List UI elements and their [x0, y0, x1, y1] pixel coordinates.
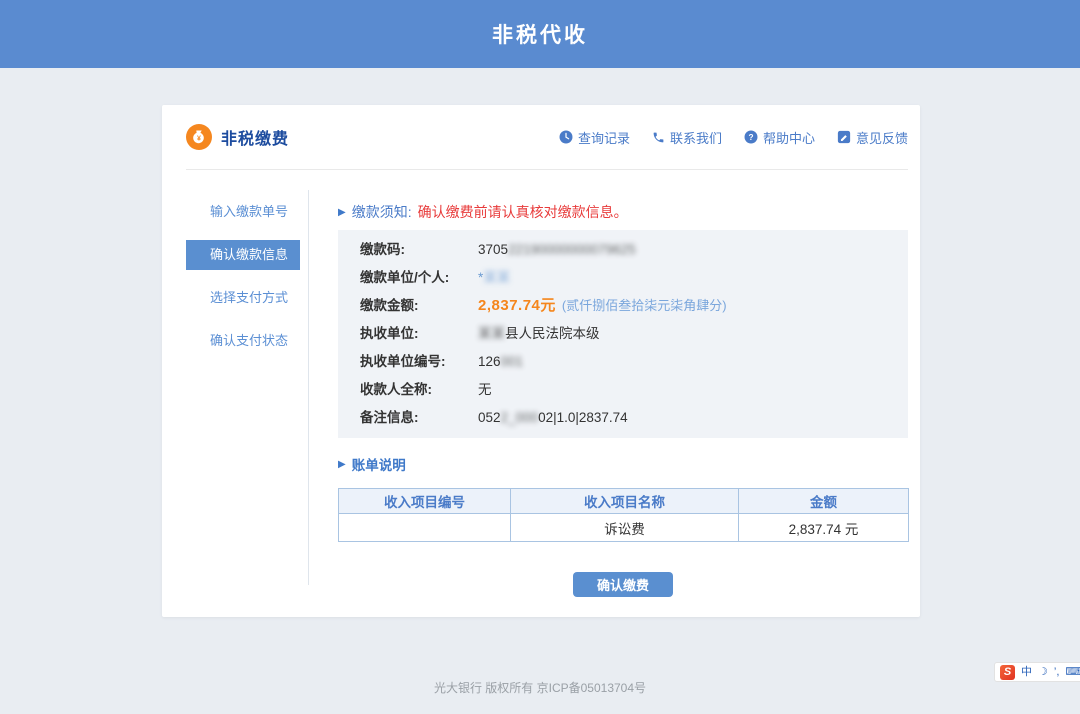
page-title: 非税代收 — [492, 19, 588, 49]
svg-text:?: ? — [748, 132, 753, 142]
header-nav: 查询记录 联系我们 ? 帮助中心 — [559, 128, 908, 147]
main-content: ▶ 缴款须知: 确认缴费前请认真核对缴款信息。 缴款码: 37052219000… — [338, 190, 908, 597]
keyboard-icon[interactable]: ⌨ — [1065, 664, 1080, 680]
table-header-row: 收入项目编号 收入项目名称 金额 — [339, 489, 909, 514]
feedback-icon — [837, 130, 851, 144]
svg-text:¥: ¥ — [197, 136, 201, 143]
table-row: 诉讼费 2,837.74 元 — [339, 514, 909, 542]
notice-label: 缴款须知: — [352, 202, 412, 222]
triangle-icon: ▶ — [338, 459, 346, 470]
amount-in-words: (贰仟捌佰叁拾柒元柒角肆分) — [562, 298, 727, 313]
help-icon: ? — [744, 130, 758, 144]
chinese-mode-icon[interactable]: 中 — [1021, 664, 1032, 680]
card-header: ¥ 非税缴费 查询记录 — [186, 105, 908, 170]
masked-value: 001 — [501, 354, 524, 369]
masked-value: 22190000000079625 — [508, 242, 636, 257]
footer-copyright: 光大银行 版权所有 京ICP备05013704号 — [0, 679, 1080, 696]
query-records-link[interactable]: 查询记录 — [559, 128, 630, 147]
money-bag-icon: ¥ — [186, 124, 212, 150]
cell-amount: 2,837.74 元 — [739, 514, 909, 542]
field-payer-name: 缴款单位/个人: *某某 — [338, 264, 908, 292]
payment-card: ¥ 非税缴费 查询记录 — [162, 105, 920, 617]
step-confirm-payment-status[interactable]: 确认支付状态 — [186, 326, 300, 356]
brand: ¥ 非税缴费 — [186, 124, 289, 150]
field-payment-code: 缴款码: 370522190000000079625 — [338, 236, 908, 264]
masked-value: 某某 — [483, 270, 510, 285]
moon-icon[interactable]: ☽ — [1038, 664, 1048, 680]
sidebar-divider — [308, 190, 309, 585]
sogou-logo-icon[interactable]: S — [1000, 665, 1015, 680]
field-collecting-unit: 执收单位: 某某县人民法院本级 — [338, 320, 908, 348]
step-confirm-payment-info[interactable]: 确认缴款信息 — [186, 240, 300, 270]
amount-value: 2,837.74元 — [478, 297, 556, 314]
notice-message: 确认缴费前请认真核对缴款信息。 — [418, 202, 628, 222]
ime-toolbar: S 中 ☽ ’, ⌨ ✦ — [994, 662, 1080, 682]
masked-value: 2_000 — [501, 410, 539, 425]
masked-value: 某某 — [478, 326, 505, 341]
field-payment-amount: 缴款金额: 2,837.74元(贰仟捌佰叁拾柒元柒角肆分) — [338, 292, 908, 320]
triangle-icon: ▶ — [338, 207, 346, 218]
col-income-item-name: 收入项目名称 — [511, 489, 739, 514]
step-choose-payment-method[interactable]: 选择支付方式 — [186, 283, 300, 313]
steps-sidebar: 输入缴款单号 确认缴款信息 选择支付方式 确认支付状态 — [186, 197, 300, 369]
punctuation-icon[interactable]: ’, — [1054, 664, 1060, 680]
payment-notice: ▶ 缴款须知: 确认缴费前请认真核对缴款信息。 — [338, 202, 908, 222]
cell-income-item-name: 诉讼费 — [511, 514, 739, 542]
col-income-item-code: 收入项目编号 — [339, 489, 511, 514]
confirm-payment-button[interactable]: 确认缴费 — [573, 572, 673, 597]
field-payee-full-name: 收款人全称: 无 — [338, 376, 908, 404]
card-title: 非税缴费 — [221, 125, 289, 149]
field-remarks: 备注信息: 0522_00002|1.0|2837.74 — [338, 404, 908, 432]
phone-icon — [652, 131, 665, 144]
col-amount: 金额 — [739, 489, 909, 514]
payment-info-panel: 缴款码: 370522190000000079625 缴款单位/个人: *某某 … — [338, 230, 908, 438]
help-center-link[interactable]: ? 帮助中心 — [744, 128, 815, 147]
step-enter-bill-number[interactable]: 输入缴款单号 — [186, 197, 300, 227]
bill-items-table: 收入项目编号 收入项目名称 金额 诉讼费 2,837.74 元 — [338, 488, 909, 542]
top-banner: 非税代收 — [0, 0, 1080, 68]
contact-us-link[interactable]: 联系我们 — [652, 128, 722, 147]
clock-icon — [559, 130, 573, 144]
bill-description-title: ▶ 账单说明 — [338, 454, 908, 474]
feedback-link[interactable]: 意见反馈 — [837, 128, 908, 147]
field-collecting-unit-code: 执收单位编号: 126001 — [338, 348, 908, 376]
cell-income-item-code — [339, 514, 511, 542]
